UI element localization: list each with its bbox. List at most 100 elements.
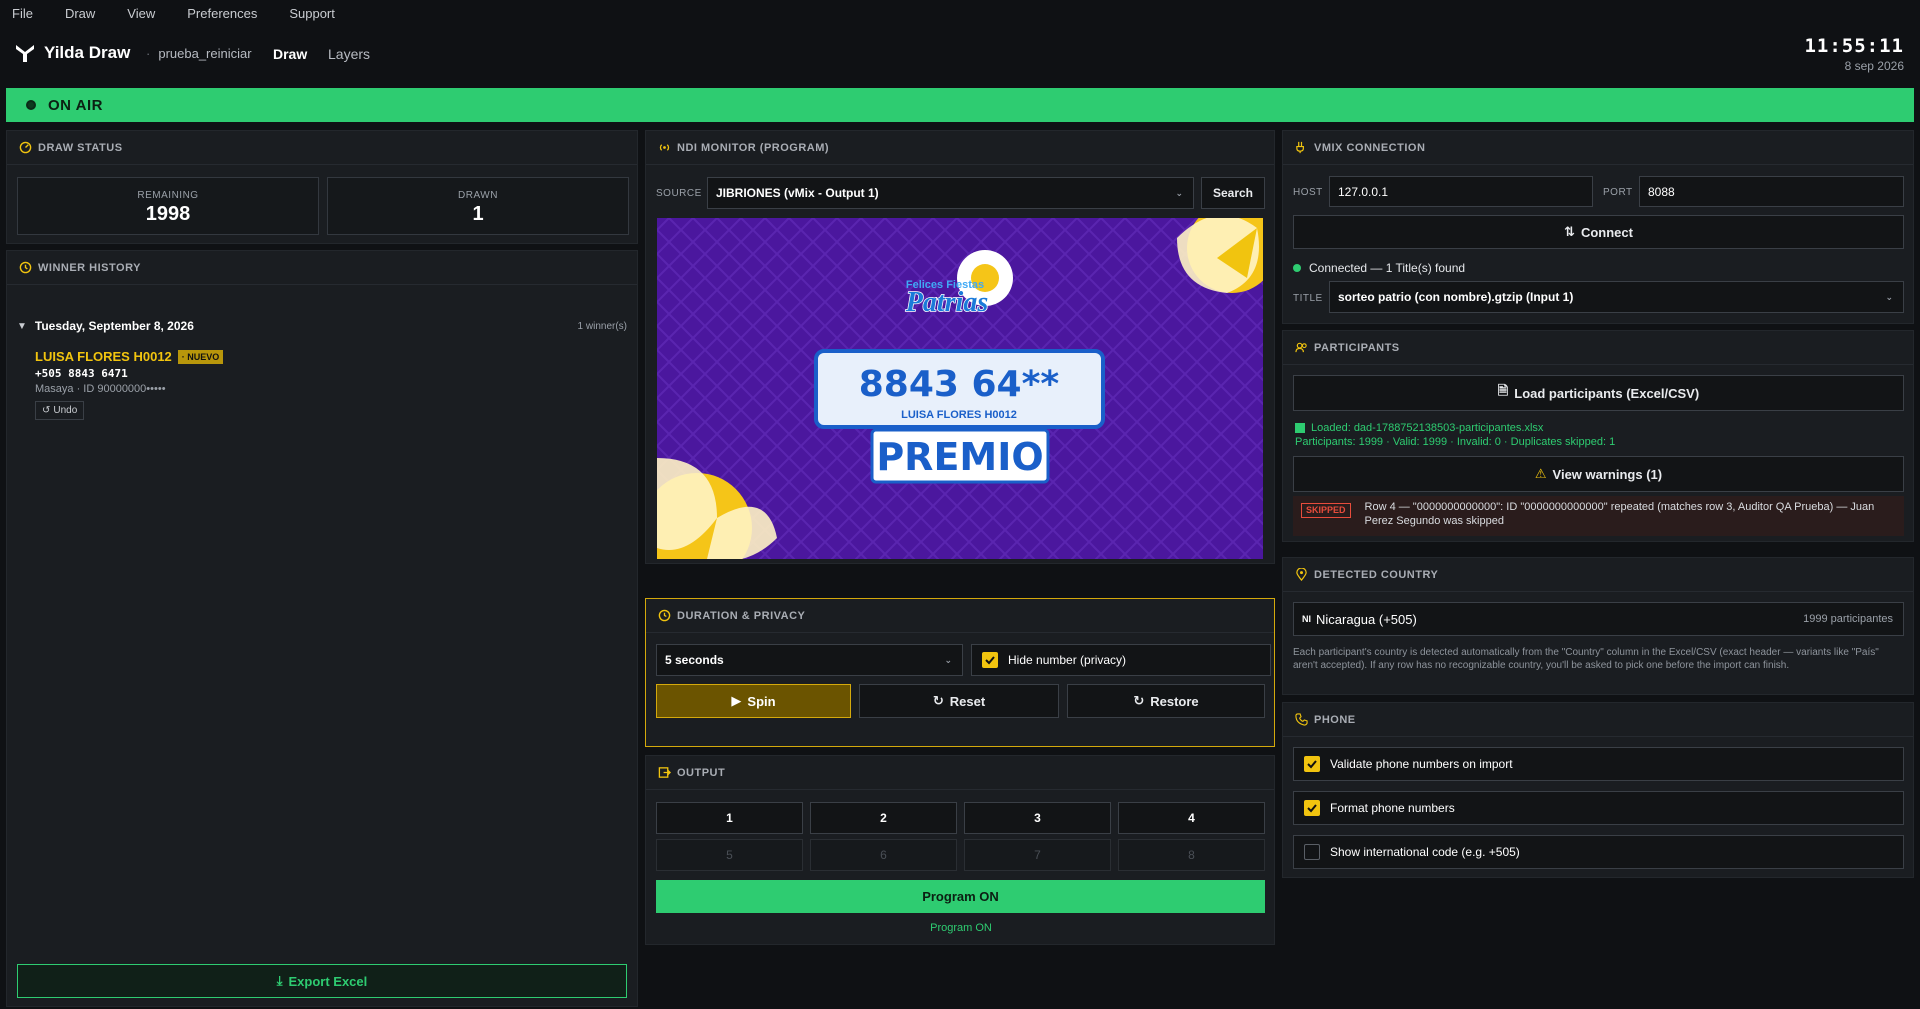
history-day: Tuesday, September 8, 2026: [34, 319, 194, 333]
duration-select[interactable]: 5 seconds ⌄: [656, 644, 963, 676]
play-icon: ▶: [731, 693, 742, 708]
loaded-file-text: Loaded: dad-1788752138503-participantes.…: [1311, 422, 1544, 434]
program-status: Program ON: [930, 922, 992, 934]
output-button-4[interactable]: 4: [1118, 802, 1265, 834]
chevron-down-icon: ⌄: [1175, 187, 1183, 198]
participants-panel: PARTICIPANTS 🗎 Load participants (Excel/…: [1282, 330, 1914, 542]
validate-phone-toggle[interactable]: Validate phone numbers on import: [1293, 747, 1904, 781]
pin-icon: [1295, 568, 1308, 581]
undo-label: Undo: [53, 405, 78, 416]
preview-prize: PREMIO: [876, 435, 1043, 479]
hide-number-toggle[interactable]: Hide number (privacy): [971, 644, 1271, 676]
intl-code-toggle[interactable]: Show international code (e.g. +505): [1293, 835, 1904, 869]
checkbox-unchecked[interactable]: [1304, 844, 1320, 860]
drawn-label: DRAWN: [458, 190, 498, 201]
spin-button[interactable]: ▶ Spin: [656, 684, 851, 718]
clock-date: 8 sep 2026: [1844, 59, 1904, 73]
phone-icon: [1295, 713, 1308, 726]
gauge-icon: [19, 141, 32, 154]
checkbox-checked[interactable]: [1304, 756, 1320, 772]
country-box: NI Nicaragua (+505) 1999 participantes: [1293, 602, 1904, 636]
history-icon: [19, 261, 32, 274]
output-icon: [658, 766, 671, 779]
output-button-5: 5: [656, 839, 803, 871]
search-button[interactable]: Search: [1201, 177, 1265, 209]
checkbox-checked[interactable]: [1304, 800, 1320, 816]
duration-title: DURATION & PRIVACY: [677, 609, 806, 622]
new-badge: · NUEVO: [177, 349, 224, 364]
view-warnings-button[interactable]: ⚠ View warnings (1): [1293, 456, 1904, 492]
menu-view[interactable]: View: [127, 6, 155, 21]
connection-status-text: Connected — 1 Title(s) found: [1309, 261, 1466, 275]
winner-history-panel: WINNER HISTORY ▼ Tuesday, September 8, 2…: [6, 250, 638, 1007]
port-label: PORT: [1603, 187, 1633, 198]
hide-number-label: Hide number (privacy): [1008, 653, 1127, 667]
connect-button[interactable]: ⇅ Connect: [1293, 215, 1904, 249]
drawn-value: 1: [472, 203, 484, 225]
restore-button[interactable]: ↻ Restore: [1067, 684, 1265, 718]
winner-detail: Masaya · ID 90000000•••••: [35, 383, 166, 395]
users-icon: [1295, 341, 1308, 354]
warning-text: Row 4 — "0000000000000": ID "00000000000…: [1364, 501, 1875, 527]
intl-code-label: Show international code (e.g. +505): [1330, 845, 1520, 859]
draw-status-title: DRAW STATUS: [38, 141, 123, 154]
remaining-label: REMAINING: [137, 190, 199, 201]
export-excel-button[interactable]: ⤓ Export Excel: [17, 964, 627, 998]
source-value: JIBRIONES (vMix - Output 1): [716, 186, 879, 200]
format-phone-toggle[interactable]: Format phone numbers: [1293, 791, 1904, 825]
chevron-down-icon: ⌄: [1885, 291, 1893, 302]
warning-entry: SKIPPED Row 4 — "0000000000000": ID "000…: [1293, 496, 1904, 536]
menu-draw[interactable]: Draw: [65, 6, 95, 21]
nav-draw[interactable]: Draw: [273, 46, 307, 62]
history-day-row[interactable]: ▼ Tuesday, September 8, 2026 1 winner(s): [17, 317, 627, 335]
load-participants-button[interactable]: 🗎 Load participants (Excel/CSV): [1293, 375, 1904, 411]
output-button-3[interactable]: 3: [964, 802, 1111, 834]
phone-panel: PHONE Validate phone numbers on import F…: [1282, 702, 1914, 878]
checkbox-checked[interactable]: [982, 652, 998, 668]
skipped-badge: SKIPPED: [1301, 503, 1351, 518]
program-on-button[interactable]: Program ON: [656, 880, 1265, 913]
output-button-1[interactable]: 1: [656, 802, 803, 834]
detected-country-panel: DETECTED COUNTRY NI Nicaragua (+505) 199…: [1282, 557, 1914, 695]
reset-button[interactable]: ↻ Reset: [859, 684, 1059, 718]
on-air-label: ON AIR: [48, 96, 103, 114]
clock-icon: [658, 609, 671, 622]
loaded-file: Loaded: dad-1788752138503-participantes.…: [1295, 422, 1543, 434]
menu-preferences[interactable]: Preferences: [187, 6, 257, 21]
menu-bar: File Draw View Preferences Support: [0, 0, 1920, 26]
on-air-bar: ON AIR: [6, 88, 1914, 122]
spin-label: Spin: [747, 693, 776, 709]
participant-stats: Participants: 1999 · Valid: 1999 · Inval…: [1295, 436, 1616, 448]
download-icon: ⤓: [276, 973, 283, 988]
chevron-down-icon: ▼: [17, 320, 27, 332]
host-label: HOST: [1293, 187, 1323, 198]
winner-entry: LUISA FLORES H0012 · NUEVO +505 8843 647…: [35, 349, 595, 420]
port-input[interactable]: 8088: [1639, 176, 1904, 207]
output-button-2[interactable]: 2: [810, 802, 957, 834]
menu-file[interactable]: File: [12, 6, 33, 21]
menu-support[interactable]: Support: [289, 6, 335, 21]
history-count: 1 winner(s): [577, 320, 627, 332]
reset-label: Reset: [949, 693, 986, 709]
host-input[interactable]: 127.0.0.1: [1329, 176, 1593, 207]
country-note: Each participant's country is detected a…: [1293, 647, 1879, 671]
winner-history-title: WINNER HISTORY: [38, 261, 141, 274]
source-select[interactable]: JIBRIONES (vMix - Output 1) ⌄: [707, 177, 1194, 209]
title-select[interactable]: sorteo patrio (con nombre).gtzip (Input …: [1329, 281, 1904, 313]
winner-phone: +505 8843 6471: [35, 367, 128, 380]
broadcast-icon: [658, 141, 671, 154]
winner-name: LUISA FLORES H0012: [35, 349, 172, 364]
undo-button[interactable]: ↺ Undo: [35, 401, 85, 420]
nav-layers[interactable]: Layers: [328, 46, 370, 62]
project-name: prueba_reiniciar: [146, 46, 251, 61]
status-dot: [1293, 264, 1301, 272]
country-title: DETECTED COUNTRY: [1314, 568, 1439, 581]
ndi-title: NDI MONITOR (PROGRAM): [677, 141, 830, 154]
title-value: sorteo patrio (con nombre).gtzip (Input …: [1338, 290, 1574, 304]
output-title: OUTPUT: [677, 766, 726, 779]
vmix-title: VMIX CONNECTION: [1314, 141, 1426, 154]
warning-icon: ⚠: [1534, 466, 1547, 481]
country-count: 1999 participantes: [1803, 613, 1893, 625]
country-code: NI: [1302, 614, 1311, 624]
app-name: Yilda Draw: [44, 43, 131, 62]
